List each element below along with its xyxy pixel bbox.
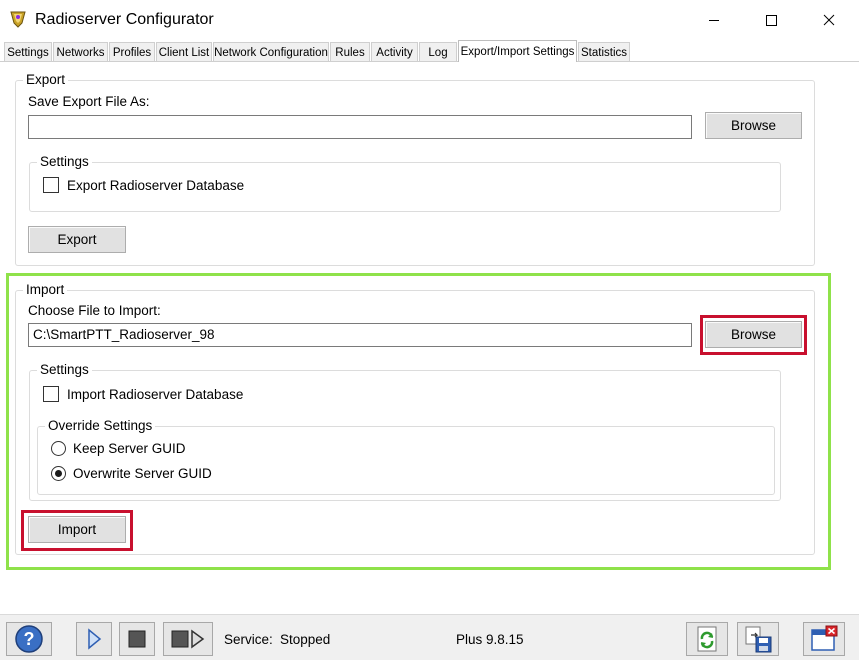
apply-changes-button[interactable] xyxy=(686,622,728,656)
service-status-label: Service: xyxy=(224,632,273,647)
tab-activity[interactable]: Activity xyxy=(371,42,418,62)
tab-statistics[interactable]: Statistics xyxy=(578,42,630,62)
tab-network-configuration[interactable]: Network Configuration xyxy=(213,42,329,62)
tab-client-list[interactable]: Client List xyxy=(156,42,212,62)
tab-export-import-settings[interactable]: Export/Import Settings xyxy=(458,40,577,62)
export-browse-button[interactable]: Browse xyxy=(705,112,802,139)
tab-strip: Settings Networks Profiles Client List N… xyxy=(0,40,859,62)
stop-service-button[interactable] xyxy=(119,622,155,656)
close-icon xyxy=(823,14,835,26)
export-button[interactable]: Export xyxy=(28,226,126,253)
tab-networks[interactable]: Networks xyxy=(53,42,108,62)
service-status-value: Stopped xyxy=(280,632,331,647)
start-service-button[interactable] xyxy=(76,622,112,656)
title-bar: Radioserver Configurator xyxy=(0,0,859,40)
close-window-button[interactable] xyxy=(800,0,858,40)
version-label: Plus 9.8.15 xyxy=(456,632,524,647)
export-database-label: Export Radioserver Database xyxy=(67,178,245,193)
play-icon xyxy=(88,628,102,650)
stop-play-icon xyxy=(171,629,205,649)
help-button[interactable]: ? xyxy=(6,622,52,656)
export-file-label: Save Export File As: xyxy=(28,94,150,109)
refresh-document-icon xyxy=(697,626,717,652)
save-configuration-button[interactable] xyxy=(737,622,779,656)
svg-text:?: ? xyxy=(24,629,35,649)
exit-button[interactable] xyxy=(803,622,845,656)
minimize-button[interactable] xyxy=(685,0,743,40)
maximize-icon xyxy=(766,15,777,26)
close-window-icon xyxy=(811,625,838,651)
import-browse-highlight xyxy=(700,315,807,355)
help-icon: ? xyxy=(15,625,43,653)
radioserver-app-icon xyxy=(8,9,28,29)
minimize-icon xyxy=(709,20,719,21)
export-import-panel: Export Save Export File As: Browse Setti… xyxy=(0,62,859,614)
export-database-checkbox[interactable] xyxy=(43,177,59,193)
window-title: Radioserver Configurator xyxy=(35,11,214,28)
export-group-title: Export xyxy=(23,72,69,88)
export-file-field[interactable] xyxy=(28,115,692,139)
tab-log[interactable]: Log xyxy=(419,42,457,62)
tab-profiles[interactable]: Profiles xyxy=(109,42,155,62)
import-button-highlight xyxy=(21,510,133,551)
tab-settings[interactable]: Settings xyxy=(4,42,52,62)
tab-rules[interactable]: Rules xyxy=(330,42,370,62)
stop-icon xyxy=(128,630,146,648)
maximize-button[interactable] xyxy=(742,0,800,40)
save-floppy-icon xyxy=(745,626,772,653)
export-settings-title: Settings xyxy=(37,154,92,170)
restart-service-button[interactable] xyxy=(163,622,213,656)
status-bar: ? Service: Stopped Plus 9.8.15 xyxy=(0,614,859,660)
